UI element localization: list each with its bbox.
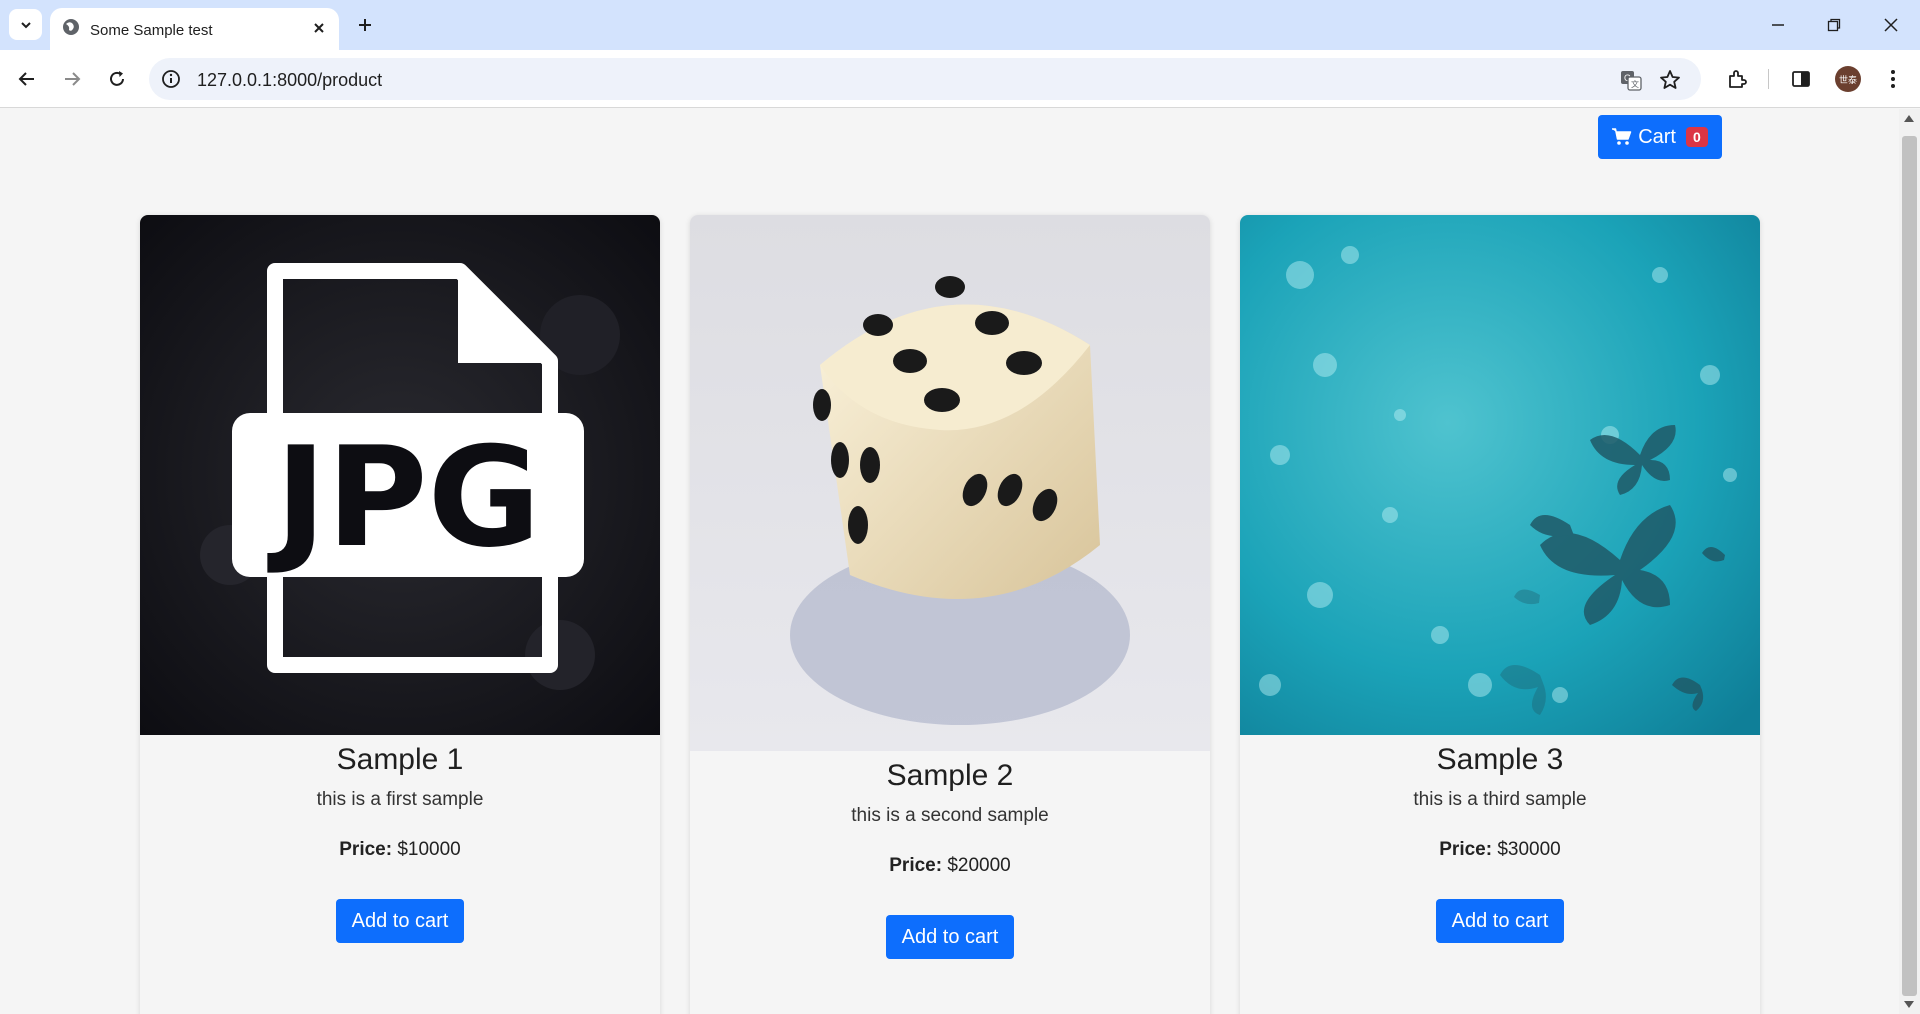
- cart-count-badge: 0: [1686, 127, 1708, 147]
- product-description: this is a second sample: [851, 805, 1049, 826]
- extensions-icon[interactable]: [1724, 66, 1750, 92]
- minimize-icon: [1772, 24, 1784, 26]
- cart-button[interactable]: Cart 0: [1598, 115, 1722, 159]
- svg-text:文: 文: [1631, 79, 1639, 89]
- product-card: Sample 2 this is a second sample Price: …: [690, 215, 1210, 1014]
- arrow-right-icon: [65, 72, 81, 86]
- product-price: Price: $10000: [140, 839, 660, 861]
- arrow-left-icon: [18, 72, 34, 86]
- restore-icon: [1827, 18, 1841, 32]
- address-bar[interactable]: 127.0.0.1:8000/product G文: [149, 58, 1701, 100]
- forward-button[interactable]: [57, 64, 87, 94]
- shopping-cart-icon: [1612, 128, 1632, 145]
- browser-tab-bar: Some Sample test: [0, 0, 1920, 50]
- svg-text:JPG: JPG: [267, 417, 541, 578]
- page-scrollbar[interactable]: [1899, 109, 1920, 1014]
- tab-search-button[interactable]: [9, 9, 42, 40]
- reload-button[interactable]: [102, 64, 132, 94]
- translate-icon[interactable]: G文: [1619, 68, 1643, 92]
- scroll-down-arrow-icon[interactable]: [1904, 1001, 1914, 1008]
- add-to-cart-button[interactable]: Add to cart: [336, 899, 464, 943]
- globe-icon: [63, 19, 79, 35]
- product-image-jpg: JPG: [140, 215, 660, 735]
- browser-toolbar: 127.0.0.1:8000/product G文 世泰: [0, 50, 1920, 108]
- product-price: Price: $30000: [1240, 839, 1760, 861]
- side-panel-icon[interactable]: [1788, 66, 1814, 92]
- chevron-down-icon: [20, 21, 31, 28]
- close-icon: [1884, 18, 1898, 32]
- product-name: Sample 2: [886, 759, 1014, 792]
- profile-avatar[interactable]: 世泰: [1835, 66, 1861, 92]
- new-tab-button[interactable]: [350, 12, 380, 38]
- minimize-button[interactable]: [1763, 12, 1793, 38]
- tab-title: Some Sample test: [90, 22, 213, 39]
- browser-tab[interactable]: Some Sample test: [50, 8, 339, 50]
- product-description: this is a third sample: [1413, 789, 1587, 810]
- close-window-button[interactable]: [1876, 12, 1906, 38]
- product-name: Sample 3: [1436, 743, 1564, 776]
- price-label: Price:: [1439, 839, 1493, 860]
- toolbar-divider: [1768, 69, 1769, 89]
- price-label: Price:: [339, 839, 393, 860]
- more-menu-icon[interactable]: [1880, 66, 1906, 92]
- price-value: $10000: [397, 839, 461, 860]
- cart-label: Cart: [1638, 125, 1676, 148]
- page-content: Cart 0 JPG Sample 1 this is a first samp…: [0, 109, 1899, 1014]
- product-card: Sample 3 this is a third sample Price: $…: [1240, 215, 1760, 1014]
- price-value: $20000: [947, 855, 1011, 876]
- add-to-cart-button[interactable]: Add to cart: [1436, 899, 1564, 943]
- product-description: this is a first sample: [316, 789, 484, 810]
- reload-icon: [110, 71, 124, 86]
- back-button[interactable]: [12, 64, 42, 94]
- price-label: Price:: [889, 855, 943, 876]
- product-card: JPG Sample 1 this is a first sample Pric…: [140, 215, 660, 1014]
- close-tab-icon[interactable]: [310, 19, 328, 37]
- product-name: Sample 1: [336, 743, 464, 776]
- bookmark-star-icon[interactable]: [1658, 68, 1682, 92]
- price-value: $30000: [1497, 839, 1561, 860]
- product-price: Price: $20000: [690, 855, 1210, 877]
- add-to-cart-button[interactable]: Add to cart: [886, 915, 1014, 959]
- restore-button[interactable]: [1819, 12, 1849, 38]
- plus-icon: [359, 19, 371, 31]
- product-image-dice: [690, 215, 1210, 751]
- info-icon[interactable]: [161, 69, 181, 89]
- product-image-butterflies: [1240, 215, 1760, 735]
- url-text[interactable]: 127.0.0.1:8000/product: [197, 70, 382, 91]
- scrollbar-thumb[interactable]: [1902, 136, 1917, 996]
- scroll-up-arrow-icon[interactable]: [1904, 115, 1914, 122]
